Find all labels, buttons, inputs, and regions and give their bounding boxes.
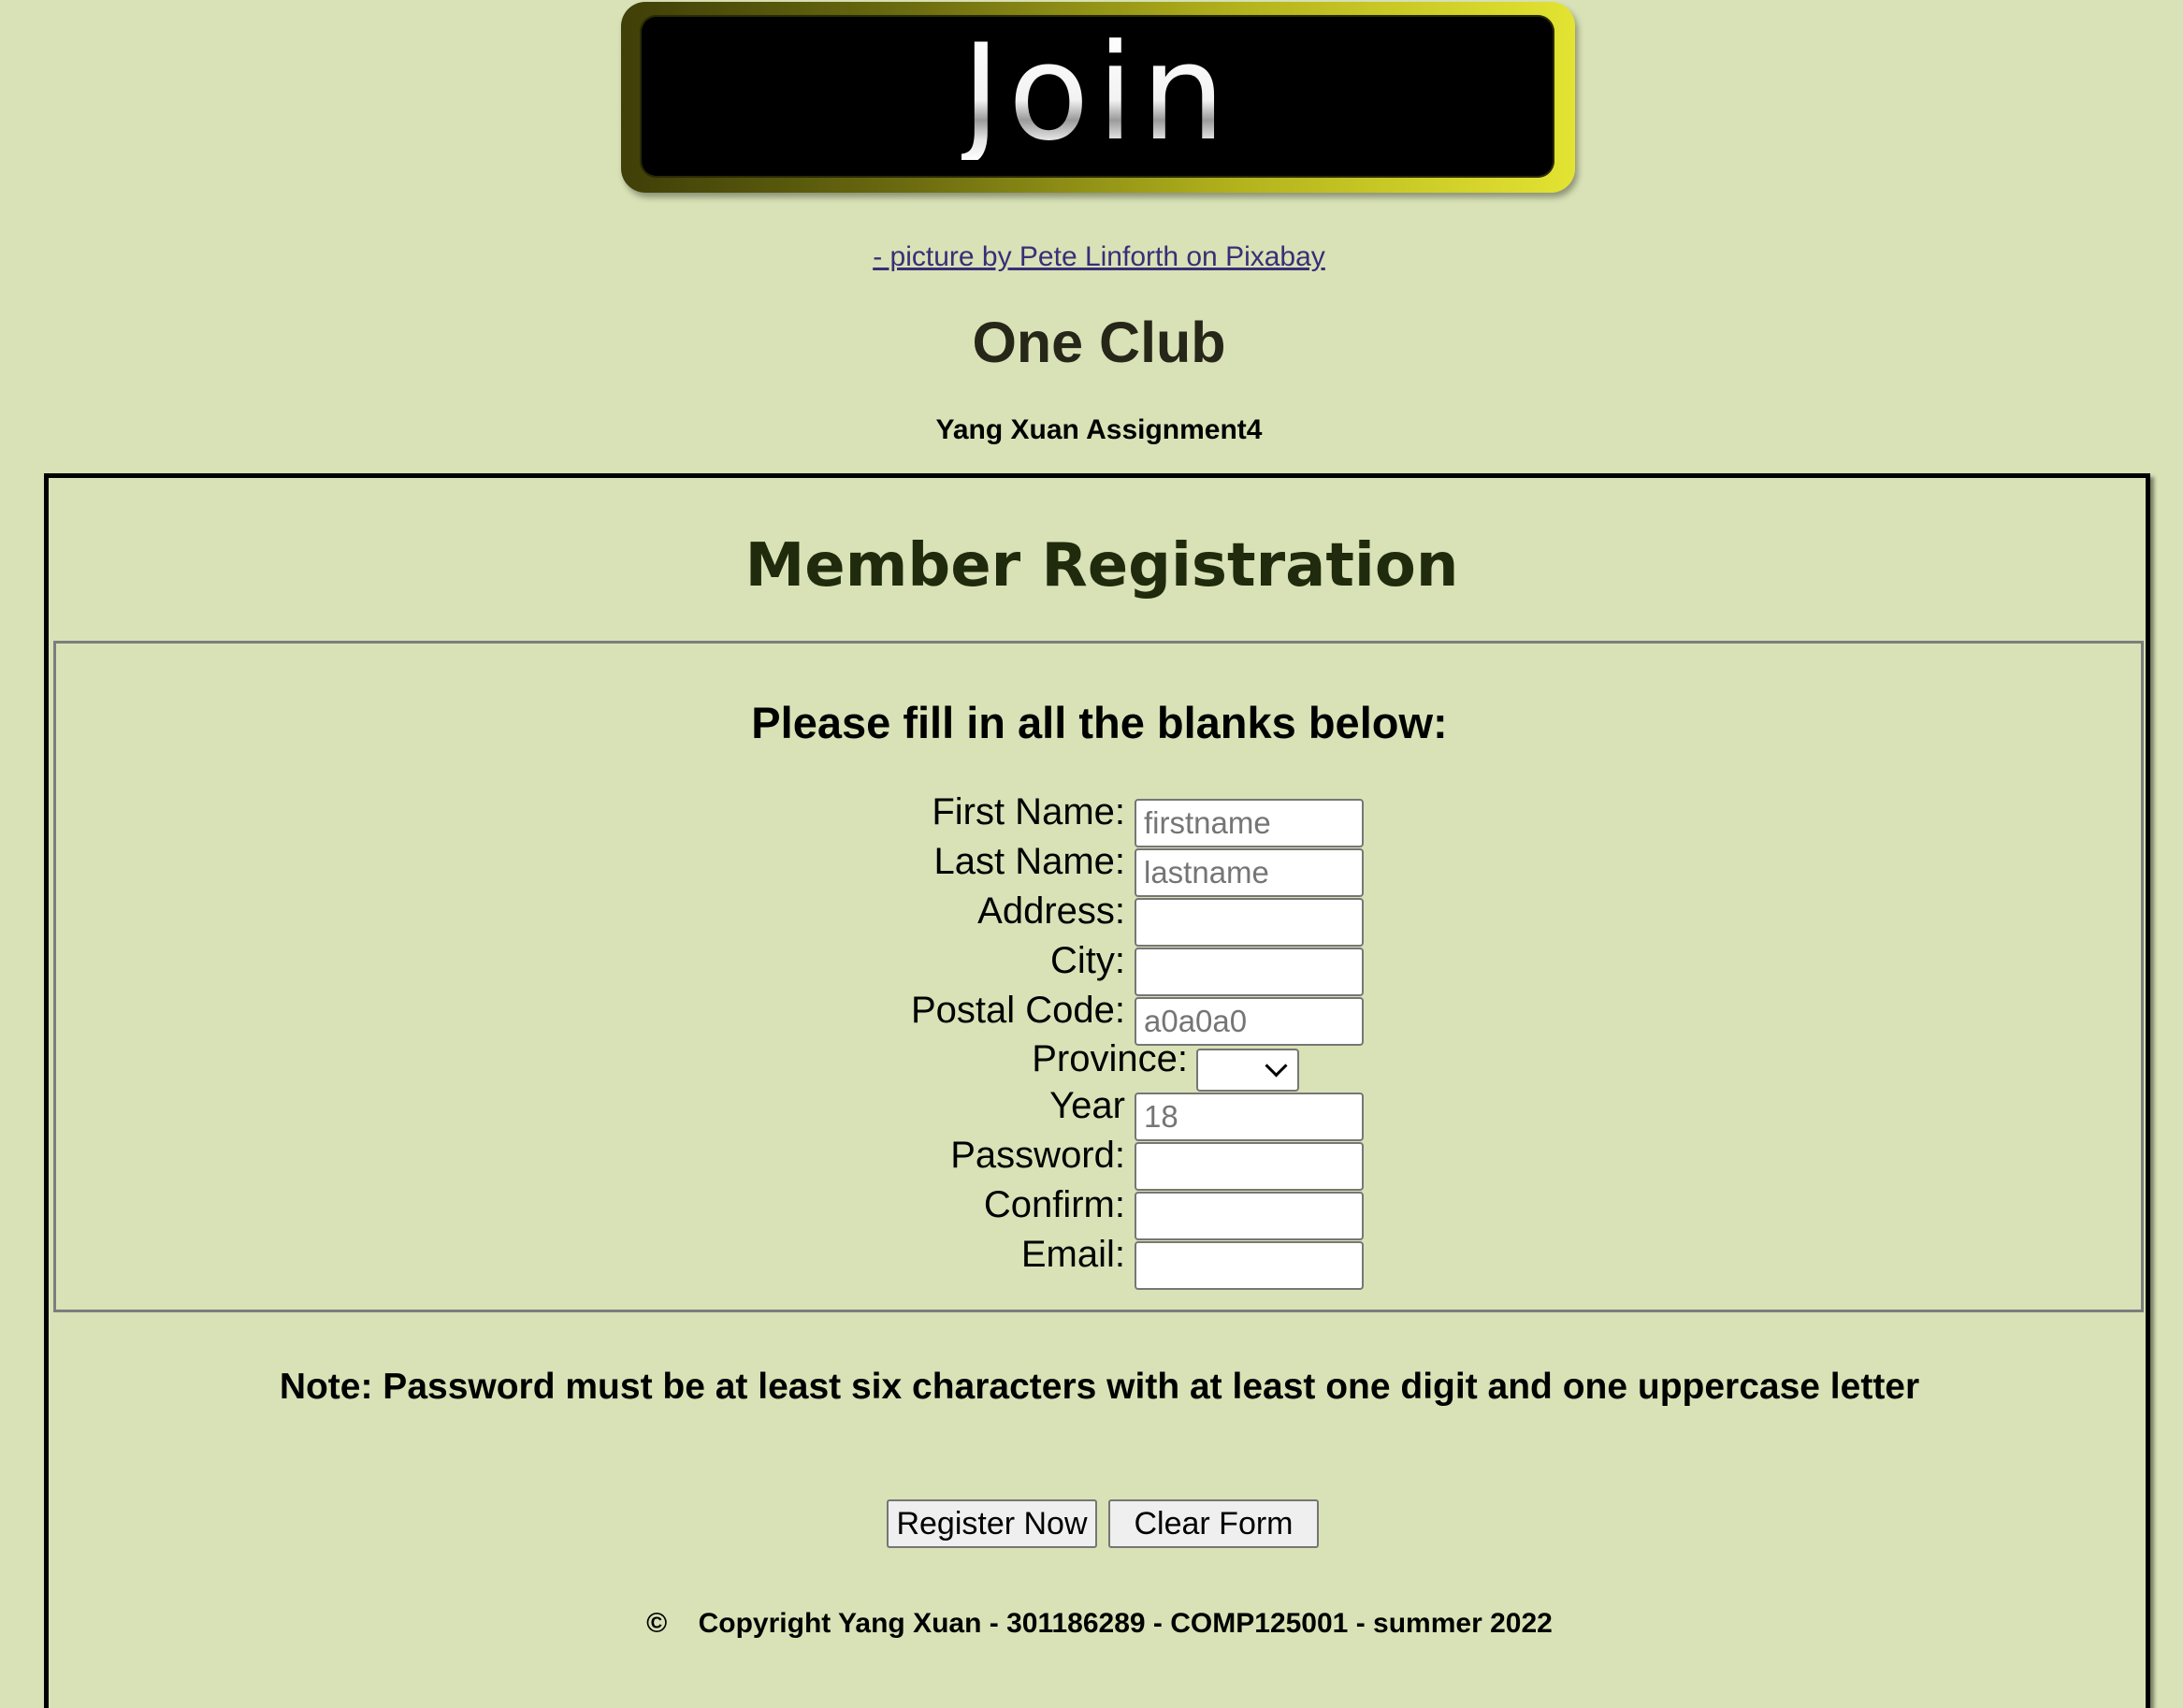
city-label: City:	[1050, 940, 1125, 981]
last-name-input[interactable]	[1135, 848, 1364, 897]
register-button[interactable]: Register Now	[887, 1499, 1097, 1548]
password-note: Note: Password must be at least six char…	[279, 1367, 1920, 1407]
year-input[interactable]	[1135, 1093, 1364, 1141]
registration-panel: Member Registration Please fill in all t…	[44, 473, 2150, 1708]
banner-plate: Join	[640, 15, 1554, 178]
postal-code-label: Postal Code:	[910, 990, 1125, 1031]
last-name-label: Last Name:	[933, 841, 1125, 882]
email-input[interactable]	[1135, 1241, 1364, 1290]
province-select[interactable]	[1196, 1049, 1299, 1092]
copyright-text: © Copyright Yang Xuan - 301186289 - COMP…	[646, 1608, 1553, 1639]
form-title: Member Registration	[745, 531, 1459, 601]
password-label: Password:	[950, 1135, 1125, 1176]
page-subtitle: Yang Xuan Assignment4	[935, 414, 1263, 445]
chevron-down-icon	[1265, 1054, 1288, 1078]
address-input[interactable]	[1135, 898, 1364, 947]
first-name-input[interactable]	[1135, 799, 1364, 847]
city-input[interactable]	[1135, 948, 1364, 996]
confirm-password-label: Confirm:	[983, 1184, 1125, 1225]
form-instructions: Please fill in all the blanks below:	[751, 698, 1448, 747]
email-label: Email:	[1020, 1234, 1125, 1275]
password-input[interactable]	[1135, 1142, 1364, 1191]
join-banner-image: Join	[621, 2, 1575, 193]
province-label: Province:	[1032, 1038, 1188, 1079]
picture-credit-link[interactable]: - picture by Pete Linforth on Pixabay	[0, 241, 2183, 273]
page-title: One Club	[972, 311, 1226, 374]
confirm-password-input[interactable]	[1135, 1192, 1364, 1240]
clear-form-button[interactable]: Clear Form	[1108, 1499, 1319, 1548]
banner-text: Join	[961, 16, 1234, 170]
address-label: Address:	[977, 890, 1125, 932]
year-label: Year	[1049, 1085, 1125, 1126]
first-name-label: First Name:	[932, 791, 1125, 832]
